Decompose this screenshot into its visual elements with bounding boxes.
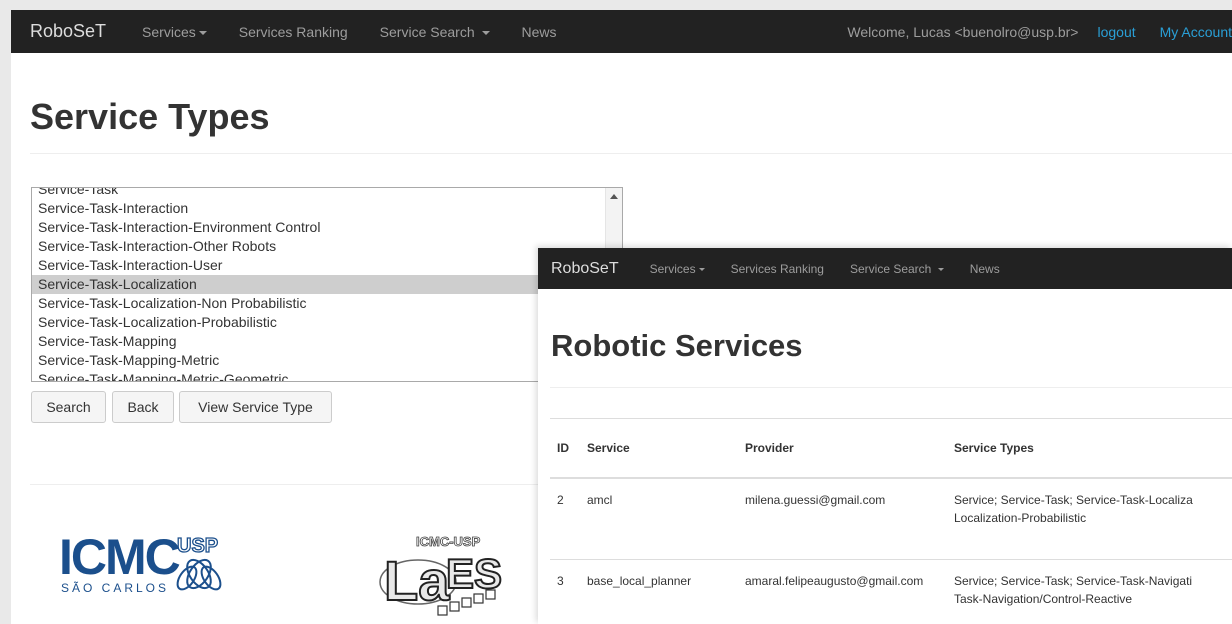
icmc-logo: ICMC SÃO CARLOS USP	[59, 526, 249, 609]
table-row[interactable]: 2 amcl milena.guessi@gmail.com Service; …	[550, 478, 1232, 560]
service-types-line-2: Localization-Probabilistic	[954, 511, 1087, 525]
nav-services-label-2: Services	[649, 261, 696, 276]
svg-text:SÃO CARLOS: SÃO CARLOS	[61, 581, 169, 595]
header-service-types: Service Types	[946, 418, 1232, 479]
caret-down-icon	[481, 30, 490, 35]
service-types-line-2: Task-Navigation/Control-Reactive	[954, 592, 1133, 606]
top-navbar: RoboSeT Services Services Ranking Servic…	[11, 10, 1232, 53]
service-types-line-1: Service; Service-Task; Service-Task-Navi…	[954, 574, 1193, 588]
page-title-2: Robotic Services	[551, 328, 803, 363]
cell-provider: amaral.felipeaugusto@gmail.com	[737, 559, 946, 624]
divider-2	[550, 387, 1232, 388]
svg-text:ICMC-USP: ICMC-USP	[416, 534, 481, 549]
service-types-line-1: Service; Service-Task; Service-Task-Loca…	[954, 493, 1193, 507]
listbox-option[interactable]: Service-Task	[32, 188, 606, 199]
nav-right: Welcome, Lucas <buenolro@usp.br> logout …	[840, 24, 1232, 40]
cell-service-types: Service; Service-Task; Service-Task-Loca…	[946, 478, 1232, 560]
services-table: ID Service Provider Service Types 2 amcl…	[550, 418, 1232, 624]
service-type-listbox[interactable]: Service-Task Service-Task-Interaction Serv…	[31, 187, 623, 382]
table-row[interactable]: 3 base_local_planner amaral.felipeaugust…	[550, 559, 1232, 624]
divider	[30, 153, 1232, 154]
nav-service-search-label-2: Service Search	[849, 261, 932, 276]
cell-provider: milena.guessi@gmail.com	[737, 478, 946, 560]
search-button[interactable]: Search	[31, 391, 106, 423]
nav-services[interactable]: Services	[126, 24, 223, 40]
brand-link-2[interactable]: RoboSeT	[538, 260, 637, 278]
nav-news[interactable]: News	[506, 24, 573, 40]
svg-text:ICMC: ICMC	[59, 529, 180, 585]
nav-services-label: Services	[142, 23, 196, 40]
cell-id: 3	[550, 559, 579, 624]
cell-service[interactable]: base_local_planner	[579, 559, 737, 624]
listbox-option[interactable]: Service-Task-Interaction-User	[32, 256, 606, 275]
nav-news-2[interactable]: News	[957, 262, 1013, 276]
table-header-row: ID Service Provider Service Types	[550, 418, 1232, 479]
cell-service-types: Service; Service-Task; Service-Task-Navi…	[946, 559, 1232, 624]
cell-service[interactable]: amcl	[579, 478, 737, 560]
nav-service-search-label: Service Search	[379, 23, 475, 40]
listbox-option[interactable]: Service-Task-Localization-Probabilistic	[32, 313, 606, 332]
listbox-options: Service-Task Service-Task-Interaction Serv…	[32, 188, 606, 381]
listbox-option[interactable]: Service-Task-Interaction-Other Robots	[32, 237, 606, 256]
scroll-up-arrow-icon[interactable]	[610, 194, 618, 199]
svg-text:USP: USP	[177, 535, 218, 557]
brand-link[interactable]: RoboSeT	[11, 21, 126, 42]
listbox-option[interactable]: Service-Task-Mapping-Metric-Geometric	[32, 370, 606, 381]
nav-services-ranking-2[interactable]: Services Ranking	[718, 262, 837, 276]
header-id: ID	[550, 418, 579, 479]
nav-service-search-2[interactable]: Service Search	[837, 262, 957, 276]
nav-services-ranking[interactable]: Services Ranking	[223, 24, 364, 40]
header-provider: Provider	[737, 418, 946, 479]
listbox-option[interactable]: Service-Task-Localization-Non Probabilis…	[32, 294, 606, 313]
caret-down-icon	[937, 267, 944, 271]
listbox-option[interactable]: Service-Task-Interaction-Environment Con…	[32, 218, 606, 237]
listbox-option[interactable]: Service-Task-Mapping-Metric	[32, 351, 606, 370]
cell-id: 2	[550, 478, 579, 560]
listbox-option[interactable]: Service-Task-Interaction	[32, 199, 606, 218]
view-service-type-button[interactable]: View Service Type	[179, 391, 332, 423]
page-title: Service Types	[30, 96, 270, 137]
welcome-text: Welcome, Lucas <buenolro@usp.br>	[847, 23, 1079, 40]
robotic-services-window: RoboSeT Services Services Ranking Servic…	[538, 248, 1232, 624]
header-service: Service	[579, 418, 737, 479]
logout-link[interactable]: logout	[1085, 24, 1147, 40]
my-account-link[interactable]: My Account	[1148, 24, 1232, 40]
back-button[interactable]: Back	[112, 391, 174, 423]
top-navbar-2: RoboSeT Services Services Ranking Servic…	[538, 248, 1232, 289]
listbox-option[interactable]: Service-Task-Mapping	[32, 332, 606, 351]
svg-text:La: La	[384, 549, 450, 612]
nav-services-2[interactable]: Services	[637, 262, 718, 276]
caret-down-icon	[198, 30, 207, 35]
nav-service-search[interactable]: Service Search	[364, 24, 506, 40]
listbox-option[interactable]: Service-Task-Localization	[32, 275, 606, 294]
labes-logo: ICMC-USP La ES	[376, 522, 546, 624]
caret-down-icon	[698, 267, 705, 271]
